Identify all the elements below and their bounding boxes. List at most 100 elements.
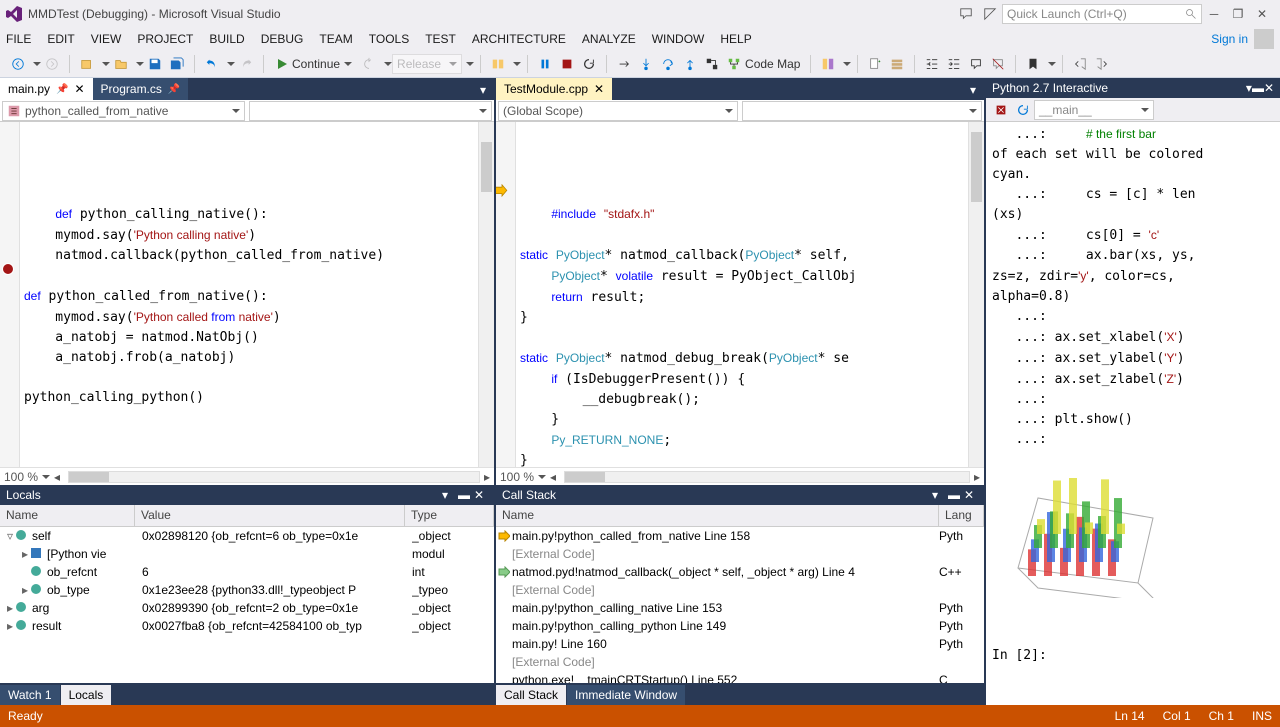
next-bookmark-button[interactable]	[1092, 54, 1112, 74]
step-out-button[interactable]	[680, 54, 700, 74]
scope-dropdown[interactable]: __main__	[1034, 100, 1154, 120]
outdent-button[interactable]	[922, 54, 942, 74]
close-icon[interactable]: ✕	[474, 488, 488, 502]
new-project-button[interactable]	[77, 54, 97, 74]
callstack-row[interactable]: main.py!python_called_from_native Line 1…	[496, 527, 984, 545]
continue-button[interactable]: Continue	[270, 54, 358, 74]
stop-button[interactable]	[557, 54, 577, 74]
breakpoint-icon[interactable]	[2, 263, 14, 275]
callstack-row[interactable]: main.py!python_calling_python Line 149 P…	[496, 617, 984, 635]
locals-row[interactable]: ob_refcnt 6 int	[0, 563, 494, 581]
pin-icon[interactable]: ▬	[1252, 81, 1264, 95]
callstack-grid[interactable]: main.py!python_called_from_native Line 1…	[496, 527, 984, 683]
pause-button[interactable]	[535, 54, 555, 74]
nav-back-button[interactable]	[8, 54, 28, 74]
prev-bookmark-button[interactable]	[1070, 54, 1090, 74]
menu-project[interactable]: PROJECT	[137, 32, 193, 46]
menu-test[interactable]: TEST	[425, 32, 456, 46]
zoom-level[interactable]: 100 %	[500, 470, 534, 484]
locals-grid[interactable]: ▿ self 0x02898120 {ob_refcnt=6 ob_type=0…	[0, 527, 494, 683]
feedback-icon[interactable]	[956, 4, 976, 24]
sign-in-link[interactable]: Sign in	[1211, 32, 1248, 46]
minimize-button[interactable]: ─	[1202, 4, 1226, 24]
tab-program-cs[interactable]: Program.cs📌	[93, 78, 189, 100]
code-editor-mid[interactable]: #include "stdafx.h" static PyObject* nat…	[496, 122, 984, 467]
locals-row[interactable]: ▸ arg 0x02899390 {ob_refcnt=2 ob_type=0x…	[0, 599, 494, 617]
pin-icon[interactable]: ▬	[458, 488, 472, 502]
step-over-button[interactable]	[658, 54, 678, 74]
locals-row[interactable]: ▸ result 0x0027fba8 {ob_refcnt=42584100 …	[0, 617, 494, 635]
save-all-button[interactable]	[167, 54, 187, 74]
bookmark-button[interactable]	[1023, 54, 1043, 74]
interactive-repl[interactable]: ...: # the first bar of each set will be…	[986, 122, 1280, 705]
tab-callstack[interactable]: Call Stack	[496, 685, 566, 705]
tab-testmodule-cpp[interactable]: TestModule.cpp✕	[496, 78, 612, 100]
menu-window[interactable]: WINDOW	[652, 32, 705, 46]
scrollbar-h[interactable]	[68, 471, 480, 483]
save-button[interactable]	[145, 54, 165, 74]
callstack-row[interactable]: [External Code]	[496, 581, 984, 599]
menu-file[interactable]: FILE	[6, 32, 31, 46]
menu-architecture[interactable]: ARCHITECTURE	[472, 32, 566, 46]
callstack-row[interactable]: python.exe!__tmainCRTStartup() Line 552 …	[496, 671, 984, 683]
menu-edit[interactable]: EDIT	[47, 32, 74, 46]
scrollbar-v[interactable]	[478, 122, 494, 467]
comment-button[interactable]	[966, 54, 986, 74]
chevron-down-icon[interactable]	[513, 62, 521, 66]
tab-watch1[interactable]: Watch 1	[0, 685, 60, 705]
scrollbar-v[interactable]	[968, 122, 984, 467]
code-map-button[interactable]: Code Map	[723, 54, 804, 74]
tab-main-py[interactable]: main.py📌✕	[0, 78, 93, 100]
step-button[interactable]	[702, 54, 722, 74]
chevron-down-icon[interactable]	[466, 62, 474, 66]
new-item-button[interactable]	[865, 54, 885, 74]
reset-button[interactable]	[1013, 100, 1033, 120]
chevron-down-icon[interactable]	[1048, 62, 1056, 66]
chevron-down-icon[interactable]: ▾	[473, 80, 493, 100]
callstack-row[interactable]: [External Code]	[496, 653, 984, 671]
chevron-down-icon[interactable]	[843, 62, 851, 66]
locals-row[interactable]: ▸ [Python vie modul	[0, 545, 494, 563]
chevron-down-icon[interactable]	[384, 62, 392, 66]
callstack-row[interactable]: main.py! Line 160 Pyth	[496, 635, 984, 653]
type-dropdown[interactable]	[249, 101, 492, 121]
refresh-button[interactable]	[359, 54, 379, 74]
member-dropdown[interactable]: python_called_from_native	[2, 101, 245, 121]
restore-button[interactable]: ❐	[1226, 4, 1250, 24]
close-icon[interactable]: ✕	[594, 82, 604, 96]
pin-icon[interactable]: 📌	[168, 84, 180, 95]
uncomment-button[interactable]	[988, 54, 1008, 74]
menu-tools[interactable]: TOOLS	[369, 32, 409, 46]
locals-row[interactable]: ▸ ob_type 0x1e23ee28 {python33.dll!_type…	[0, 581, 494, 599]
member-dropdown[interactable]	[742, 101, 982, 121]
tab-immediate[interactable]: Immediate Window	[567, 685, 685, 705]
redo-button[interactable]	[236, 54, 256, 74]
chevron-down-icon[interactable]	[136, 62, 144, 66]
zoom-level[interactable]: 100 %	[4, 470, 38, 484]
indent-button[interactable]	[944, 54, 964, 74]
menu-team[interactable]: TEAM	[319, 32, 352, 46]
show-next-button[interactable]	[614, 54, 634, 74]
notification-icon[interactable]	[980, 4, 1000, 24]
scrollbar-h[interactable]	[564, 471, 970, 483]
callstack-row[interactable]: main.py!python_calling_native Line 153 P…	[496, 599, 984, 617]
pin-icon[interactable]: ▬	[948, 488, 962, 502]
undo-button[interactable]	[202, 54, 222, 74]
menu-debug[interactable]: DEBUG	[261, 32, 304, 46]
menu-analyze[interactable]: ANALYZE	[582, 32, 636, 46]
quick-launch-input[interactable]: Quick Launch (Ctrl+Q)	[1002, 4, 1202, 24]
user-avatar-icon[interactable]	[1254, 29, 1274, 49]
code-editor-left[interactable]: def python_calling_native(): mymod.say('…	[0, 122, 494, 467]
callstack-row[interactable]: natmod.pyd!natmod_callback(_object * sel…	[496, 563, 984, 581]
chevron-down-icon[interactable]: ▾	[963, 80, 983, 100]
chevron-down-icon[interactable]	[33, 62, 41, 66]
close-button[interactable]: ✕	[1250, 4, 1274, 24]
pin-icon[interactable]: 📌	[56, 84, 68, 95]
chevron-down-icon[interactable]	[227, 62, 235, 66]
scope-dropdown[interactable]: (Global Scope)	[498, 101, 738, 121]
menu-build[interactable]: BUILD	[209, 32, 244, 46]
locals-row[interactable]: ▿ self 0x02898120 {ob_refcnt=6 ob_type=0…	[0, 527, 494, 545]
process-button[interactable]	[488, 54, 508, 74]
close-icon[interactable]: ✕	[964, 488, 978, 502]
close-icon[interactable]: ✕	[74, 82, 84, 96]
